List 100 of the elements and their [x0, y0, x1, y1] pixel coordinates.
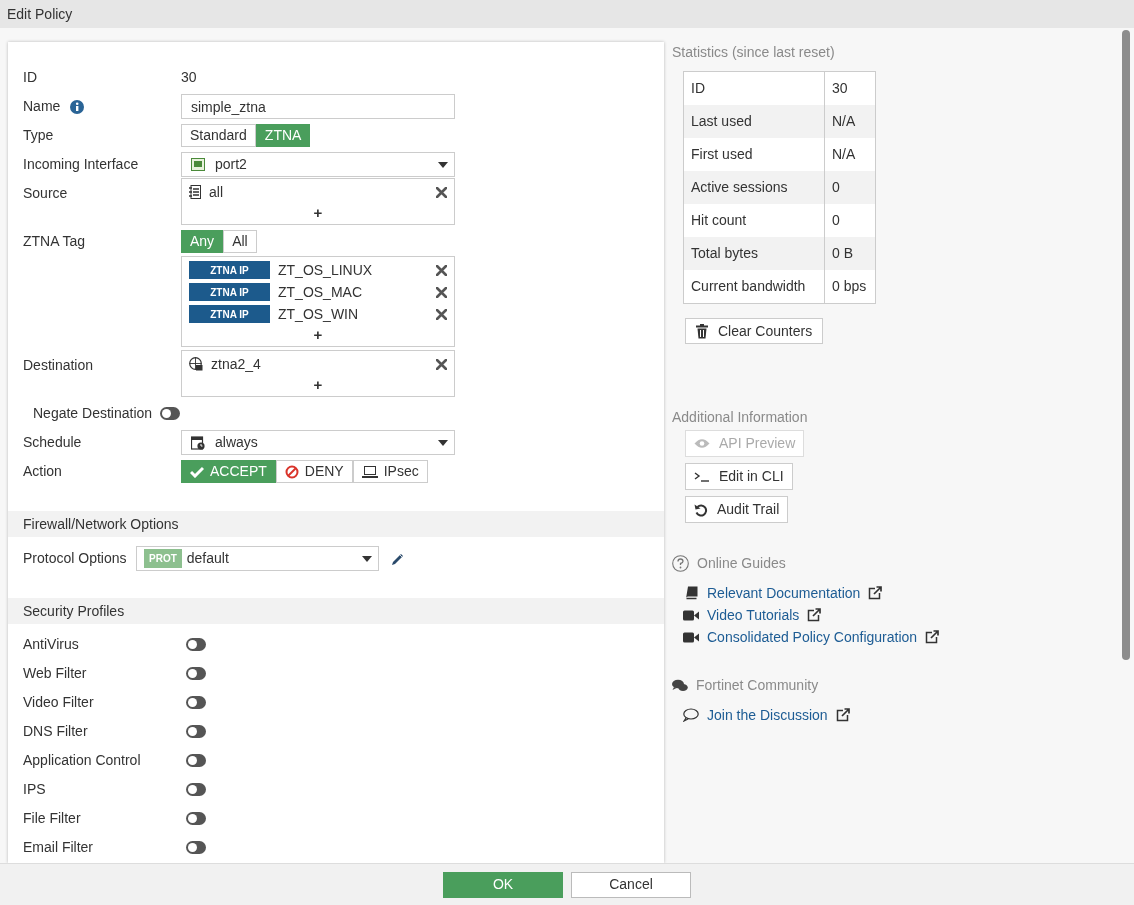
field-label: AntiVirus: [23, 636, 79, 652]
selection-list[interactable]: all +: [181, 178, 455, 225]
external-link-icon: [925, 630, 941, 644]
selection-list[interactable]: ztna2_4 +: [181, 350, 455, 397]
speech-bubble-icon: [683, 708, 699, 722]
table-cell: Current bandwidth: [684, 270, 825, 303]
toggle-switch[interactable]: [186, 725, 206, 738]
caret-icon: [438, 439, 448, 446]
external-link-icon: [868, 586, 884, 600]
name-input[interactable]: simple_ztna: [181, 94, 455, 119]
book-icon: [684, 586, 698, 600]
field-label: Destination: [23, 356, 94, 375]
section-title: Additional Information: [672, 408, 809, 427]
external-link-icon: [807, 608, 823, 622]
table-cell-text: 0 bps: [831, 277, 868, 296]
toggle-switch[interactable]: [186, 696, 206, 709]
type-tab[interactable]: Standard: [181, 124, 256, 147]
field-value: 30: [181, 68, 197, 87]
section-title: Fortinet Community: [696, 675, 819, 695]
toggle-switch[interactable]: [186, 754, 206, 767]
field-label: Action: [23, 462, 62, 481]
terminal-icon: [694, 470, 710, 483]
field-label: Type: [23, 126, 54, 145]
dropdown[interactable]: port2: [181, 152, 455, 177]
field-label: Video Filter: [23, 694, 94, 710]
list-entry[interactable]: ztna2_4: [211, 353, 428, 375]
prot-badge: PROT: [144, 549, 182, 568]
address-list-icon: [189, 185, 201, 199]
link[interactable]: Relevant Documentation: [707, 582, 861, 604]
match-tab[interactable]: All: [223, 230, 257, 253]
calendar-clock-icon: [191, 435, 205, 450]
field-label: File Filter: [23, 810, 81, 826]
table-cell-text: N/A: [831, 145, 857, 164]
table-cell-text: 0 B: [831, 244, 854, 263]
caret-icon: [362, 555, 372, 562]
field-label: IPS: [23, 781, 46, 797]
section-title: Online Guides: [697, 553, 786, 573]
toggle-switch[interactable]: [186, 812, 206, 825]
history-icon: [694, 502, 708, 517]
tag-badge: ZTNA IP: [189, 305, 270, 323]
field-label: Schedule: [23, 433, 82, 452]
tag-badge: ZTNA IP: [189, 283, 270, 301]
link[interactable]: Consolidated Policy Configuration: [707, 626, 918, 648]
prohibited-icon: [284, 464, 299, 479]
field-label: Source: [23, 184, 68, 203]
field-label: ID: [23, 68, 37, 87]
section-header: Firewall/Network Options: [8, 511, 664, 537]
field-label: Web Filter: [23, 665, 87, 681]
table-cell-text: 0: [831, 211, 841, 230]
remove-icon: [436, 358, 447, 370]
info-icon: [70, 99, 85, 114]
field-label: DNS Filter: [23, 723, 88, 739]
table-cell-text: 30: [831, 79, 849, 98]
toggle-switch[interactable]: [186, 638, 206, 651]
eye-icon: [694, 438, 710, 449]
toggle-switch[interactable]: [186, 667, 206, 680]
cancel-button[interactable]: Cancel: [571, 871, 691, 898]
clear-counters-button[interactable]: Clear Counters: [685, 318, 824, 344]
network-port-icon: [191, 158, 205, 171]
list-entry[interactable]: ZT_OS_LINUX: [278, 259, 428, 281]
toggle-switch[interactable]: [160, 407, 181, 420]
list-entry[interactable]: all: [209, 181, 428, 203]
list-entry[interactable]: ZT_OS_WIN: [278, 303, 428, 325]
server-globe-icon: [189, 357, 203, 371]
table-cell-text: 0: [831, 178, 841, 197]
action-option[interactable]: DENY: [275, 460, 353, 483]
field-label: Incoming Interface: [23, 155, 139, 174]
laptop-icon: [361, 465, 378, 478]
action-button[interactable]: Audit Trail: [685, 496, 789, 523]
section-header: Security Profiles: [8, 598, 664, 624]
dropdown[interactable]: always: [181, 430, 455, 455]
link[interactable]: Video Tutorials: [707, 604, 800, 626]
external-link-icon: [835, 708, 851, 722]
field-label: Protocol Options: [23, 550, 127, 566]
window-title: Edit Policy: [7, 4, 73, 24]
link[interactable]: Join the Discussion: [707, 704, 828, 726]
video-camera-icon: [683, 631, 699, 643]
tag-badge: ZTNA IP: [189, 261, 270, 279]
field-label: Name: [23, 97, 61, 116]
add-entry[interactable]: +: [313, 325, 323, 345]
remove-icon: [436, 308, 447, 320]
action-button[interactable]: Edit in CLI: [685, 463, 793, 490]
list-entry[interactable]: ZT_OS_MAC: [278, 281, 428, 303]
edit-pencil-icon: [391, 551, 405, 566]
toggle-switch[interactable]: [186, 841, 206, 854]
add-entry[interactable]: +: [313, 203, 323, 223]
field-label: Negate Destination: [33, 404, 153, 423]
scrollbar[interactable]: [1122, 30, 1130, 660]
trash-icon: [696, 323, 708, 339]
table-cell-text: N/A: [831, 112, 857, 131]
field-label: ZTNA Tag: [23, 232, 85, 251]
remove-icon: [436, 286, 447, 298]
toggle-switch[interactable]: [186, 783, 206, 796]
selection-list[interactable]: ZTNA IP ZT_OS_LINUX ZTNA IP ZT_OS_MAC ZTNA IP ZT_OS_WIN +: [181, 256, 455, 347]
field-label: Application Control: [23, 752, 141, 768]
remove-icon: [436, 186, 447, 198]
action-option[interactable]: IPsec: [352, 460, 428, 483]
dropdown[interactable]: PROT default: [136, 546, 379, 571]
add-entry[interactable]: +: [313, 375, 323, 395]
check-icon: [190, 465, 204, 478]
